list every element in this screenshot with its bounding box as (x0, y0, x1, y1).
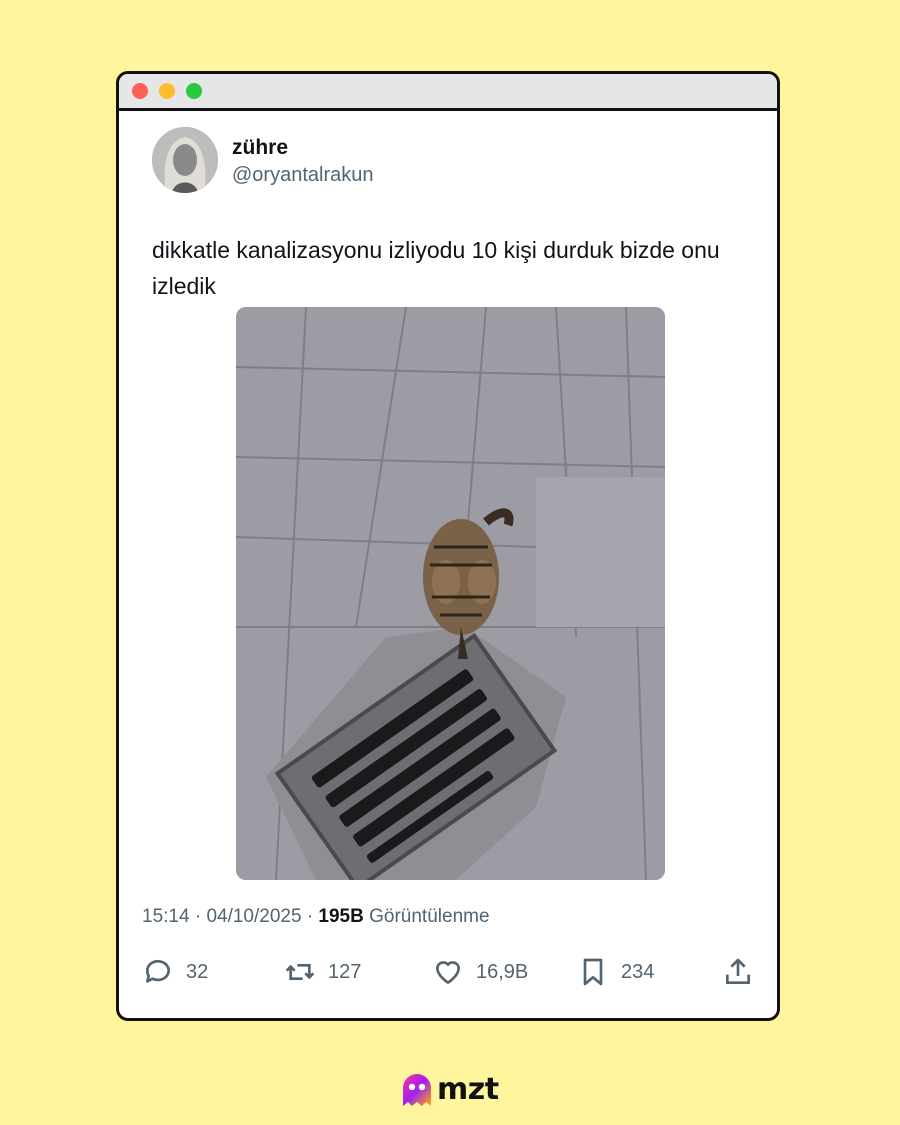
tweet-meta: 15:14 · 04/10/2025 · 195B Görüntülenme (142, 906, 490, 928)
reply-button[interactable]: 32 (142, 952, 208, 992)
heart-icon (436, 961, 460, 984)
window-titlebar (119, 74, 777, 111)
tweet-date[interactable]: 04/10/2025 (206, 906, 301, 927)
cat-over-drain-photo (236, 307, 665, 880)
bookmark-button[interactable]: 234 (577, 952, 654, 992)
author-handle[interactable]: @oryantalrakun (232, 164, 373, 187)
tweet-actions: 32 127 16,9B 234 (119, 952, 777, 992)
share-icon (726, 958, 750, 984)
author-name[interactable]: zühre (232, 136, 288, 160)
like-button[interactable]: 16,9B (432, 952, 528, 992)
retweet-count: 127 (328, 960, 362, 983)
author-avatar[interactable] (152, 127, 218, 193)
tweet-photo[interactable] (236, 307, 665, 880)
retweet-button[interactable]: 127 (284, 952, 361, 992)
meta-separator: · (306, 906, 314, 927)
close-window-button[interactable] (132, 83, 148, 99)
brand-name: mzt (437, 1071, 499, 1107)
reply-icon (145, 959, 170, 983)
tweet-time[interactable]: 15:14 (142, 906, 190, 927)
meta-separator: · (194, 906, 202, 927)
maximize-window-button[interactable] (186, 83, 202, 99)
brand-logo: mzt (399, 1069, 499, 1109)
tweet-window: zühre @oryantalrakun dikkatle kanalizasy… (116, 71, 780, 1021)
minimize-window-button[interactable] (159, 83, 175, 99)
share-button[interactable] (722, 952, 766, 992)
ghost-logo-icon (403, 1074, 431, 1106)
retweet-icon (285, 964, 315, 980)
bookmark-icon (583, 958, 603, 986)
views-label: Görüntülenme (369, 906, 490, 927)
reply-count: 32 (186, 960, 209, 983)
tweet-text: dikkatle kanalizasyonu izliyodu 10 kişi … (152, 237, 720, 299)
bookmark-count: 234 (621, 960, 655, 983)
like-count: 16,9B (476, 960, 529, 983)
views-count: 195B (318, 906, 364, 927)
